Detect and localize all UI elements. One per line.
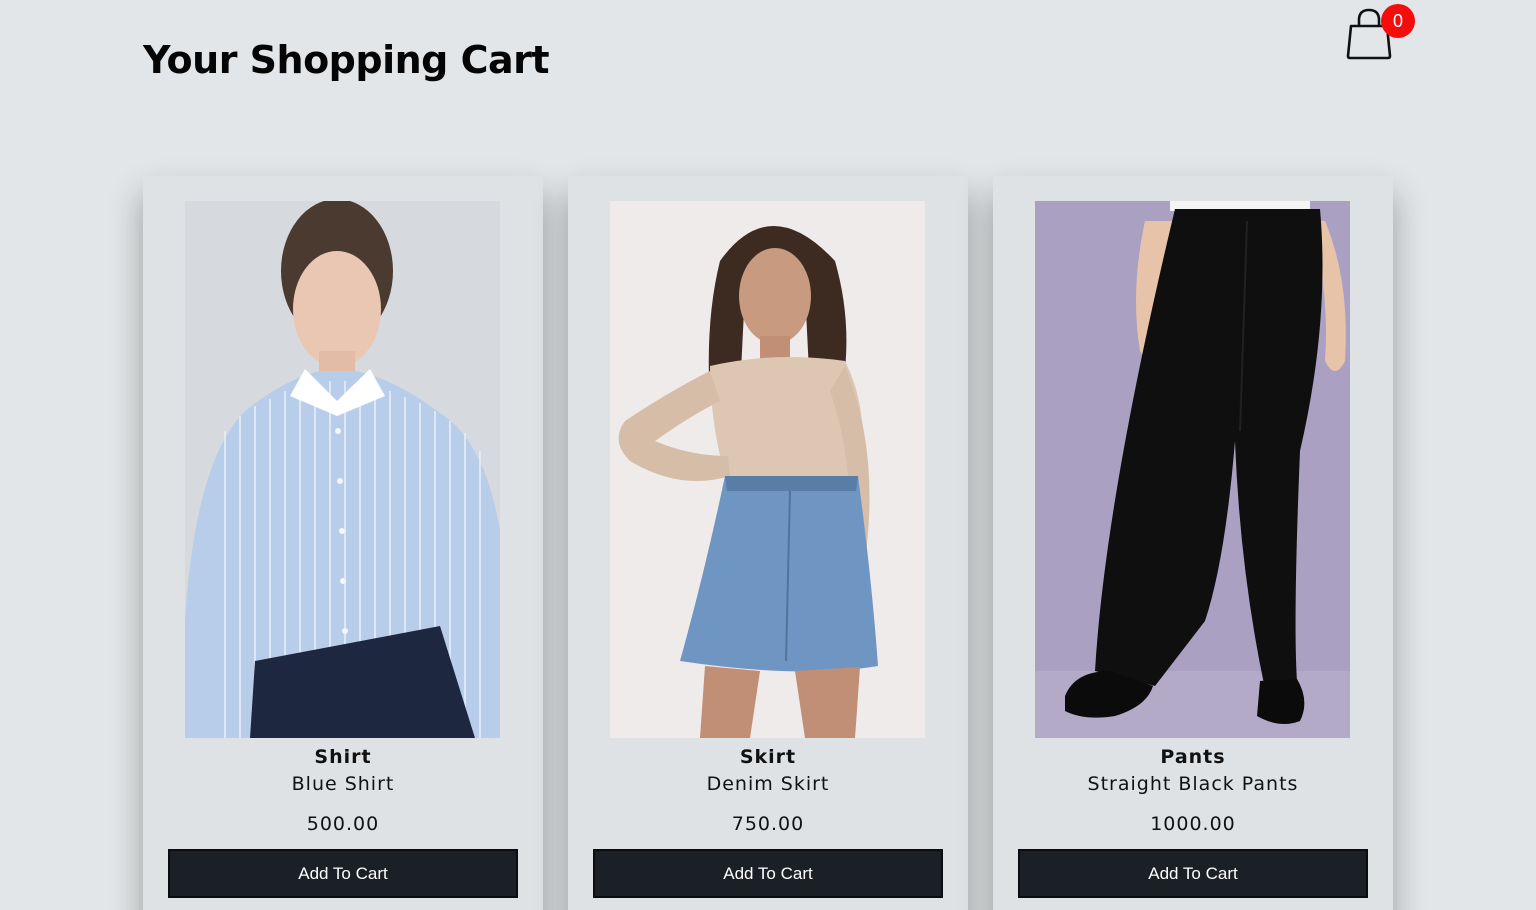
cart-count-badge: 0 [1381, 4, 1415, 38]
product-card: Shirt Blue Shirt 500.00 Add To Cart [143, 176, 543, 910]
product-name: Denim Skirt [706, 773, 830, 795]
product-price: 750.00 [731, 813, 805, 835]
page-title: Your Shopping Cart [143, 38, 550, 82]
add-to-cart-button[interactable]: Add To Cart [593, 849, 943, 898]
product-image-shirt [185, 201, 500, 738]
add-to-cart-button[interactable]: Add To Cart [1018, 849, 1368, 898]
product-category: Shirt [314, 746, 372, 768]
product-name: Blue Shirt [291, 773, 395, 795]
product-name: Straight Black Pants [1087, 773, 1299, 795]
product-category: Pants [1160, 746, 1226, 768]
product-card: Skirt Denim Skirt 750.00 Add To Cart [568, 176, 968, 910]
product-image-skirt [610, 201, 925, 738]
product-price: 500.00 [306, 813, 380, 835]
product-category: Skirt [739, 746, 797, 768]
shopping-page: Your Shopping Cart 0 Shirt Blue Shirt 50… [0, 0, 1536, 910]
cart-button[interactable]: 0 [1344, 4, 1420, 62]
product-price: 1000.00 [1150, 813, 1236, 835]
product-card: Pants Straight Black Pants 1000.00 Add T… [993, 176, 1393, 910]
add-to-cart-button[interactable]: Add To Cart [168, 849, 518, 898]
product-list: Shirt Blue Shirt 500.00 Add To Cart Skir… [143, 176, 1393, 910]
product-image-pants [1035, 201, 1350, 738]
